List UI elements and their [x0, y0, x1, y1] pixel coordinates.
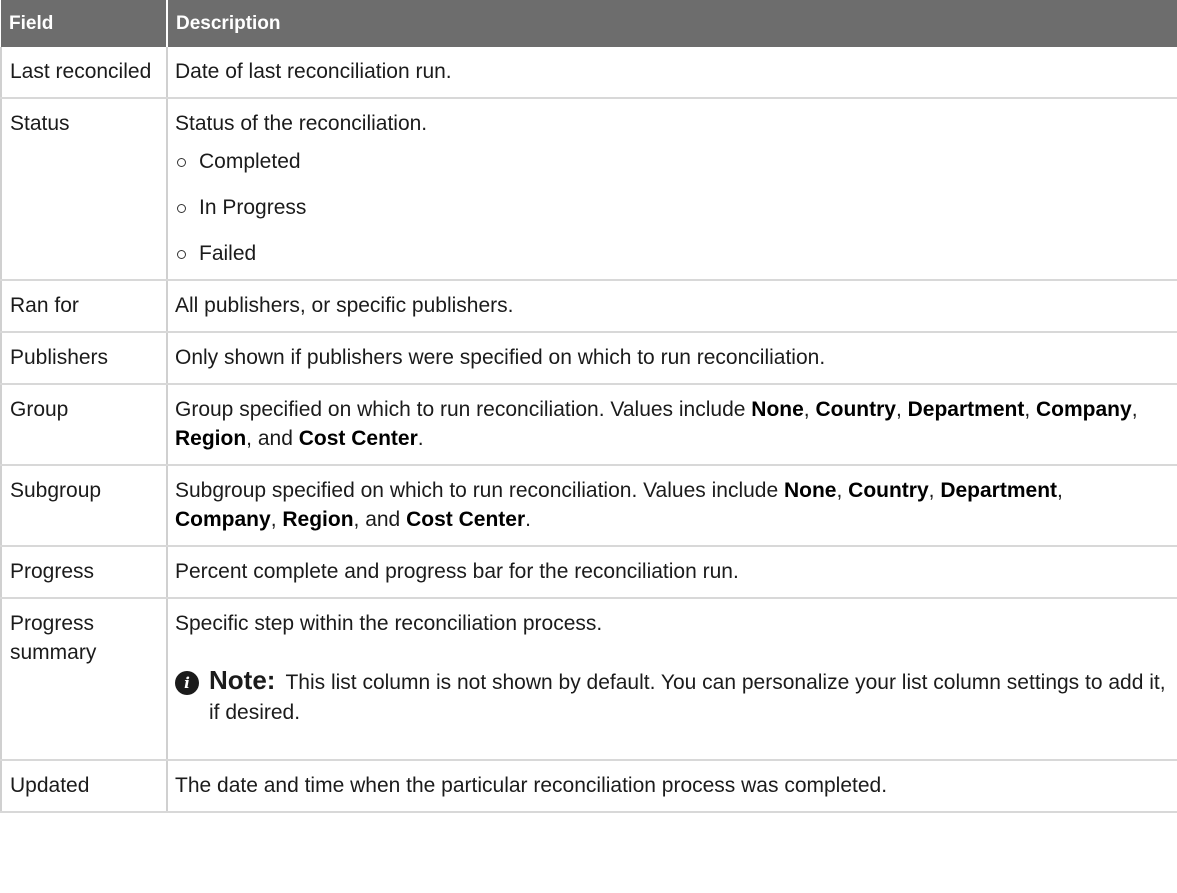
status-options-list: Completed In Progress Failed — [175, 147, 1169, 268]
note-callout: i Note: This list column is not shown by … — [175, 665, 1169, 728]
table-row: Ran for All publishers, or specific publ… — [0, 280, 1177, 333]
field-description: All publishers, or specific publishers. — [167, 280, 1177, 333]
conjunction-text: and — [365, 508, 401, 531]
table-row: Group Group specified on which to run re… — [0, 384, 1177, 466]
value-keyword: Region — [282, 508, 354, 531]
field-name: Group — [0, 384, 168, 466]
field-name: Progress — [0, 546, 168, 599]
value-keyword: Company — [1036, 398, 1132, 421]
list-item: Completed — [175, 147, 1169, 176]
description-text: Subgroup specified on which to run recon… — [175, 479, 784, 502]
field-description: Subgroup specified on which to run recon… — [167, 465, 1177, 547]
value-keyword: Country — [848, 479, 929, 502]
field-description: Date of last reconciliation run. — [167, 47, 1177, 99]
field-name: Last reconciled — [0, 47, 168, 99]
value-keyword: Region — [175, 427, 247, 450]
value-keyword: Cost Center — [406, 508, 526, 531]
table-row: Updated The date and time when the parti… — [0, 760, 1177, 813]
value-keyword: None — [783, 479, 837, 502]
circle-bullet-icon — [177, 158, 186, 167]
value-keyword: Company — [175, 508, 271, 531]
header-field: Field — [1, 0, 168, 47]
field-description: Specific step within the reconciliation … — [167, 598, 1177, 761]
circle-bullet-icon — [177, 250, 186, 259]
status-description: Status of the reconciliation. — [175, 112, 428, 135]
field-name: Progress summary — [0, 598, 168, 761]
field-description: The date and time when the particular re… — [167, 760, 1177, 813]
value-keyword: None — [751, 398, 804, 421]
table-row: Status Status of the reconciliation. Com… — [0, 98, 1177, 281]
list-item: Failed — [175, 239, 1169, 268]
table-row: Last reconciled Date of last reconciliat… — [0, 47, 1177, 99]
value-keyword: Department — [907, 398, 1025, 421]
conjunction-text: and — [257, 427, 293, 450]
field-description: Status of the reconciliation. Completed … — [167, 98, 1177, 281]
description-text: Group specified on which to run reconcil… — [175, 398, 752, 421]
note-text: This list column is not shown by default… — [209, 671, 1166, 724]
field-description: Only shown if publishers were specified … — [167, 332, 1177, 385]
table-row: Subgroup Subgroup specified on which to … — [0, 465, 1177, 547]
list-item-label: Completed — [199, 150, 301, 173]
field-name: Publishers — [0, 332, 168, 385]
value-keyword: Cost Center — [298, 427, 418, 450]
field-description: Percent complete and progress bar for th… — [167, 546, 1177, 599]
list-item-label: Failed — [199, 242, 257, 265]
field-name: Status — [0, 98, 168, 281]
table-row: Progress summary Specific step within th… — [0, 598, 1177, 761]
circle-bullet-icon — [177, 204, 186, 213]
field-name: Subgroup — [0, 465, 168, 547]
table-header-row: Field Description — [1, 0, 1177, 47]
table-row: Publishers Only shown if publishers were… — [0, 332, 1177, 385]
list-item-label: In Progress — [199, 196, 307, 219]
summary-description: Specific step within the reconciliation … — [175, 612, 603, 635]
field-name: Ran for — [0, 280, 168, 333]
note-title: Note: — [209, 665, 276, 695]
field-name: Updated — [0, 760, 168, 813]
fields-table: Field Description Last reconciled Date o… — [0, 0, 1177, 813]
header-description: Description — [167, 0, 1177, 47]
field-description: Group specified on which to run reconcil… — [167, 384, 1177, 466]
info-icon: i — [175, 671, 199, 695]
table-row: Progress Percent complete and progress b… — [0, 546, 1177, 599]
value-keyword: Department — [940, 479, 1058, 502]
list-item: In Progress — [175, 193, 1169, 222]
value-keyword: Country — [815, 398, 896, 421]
note-body: Note: This list column is not shown by de… — [209, 665, 1169, 728]
